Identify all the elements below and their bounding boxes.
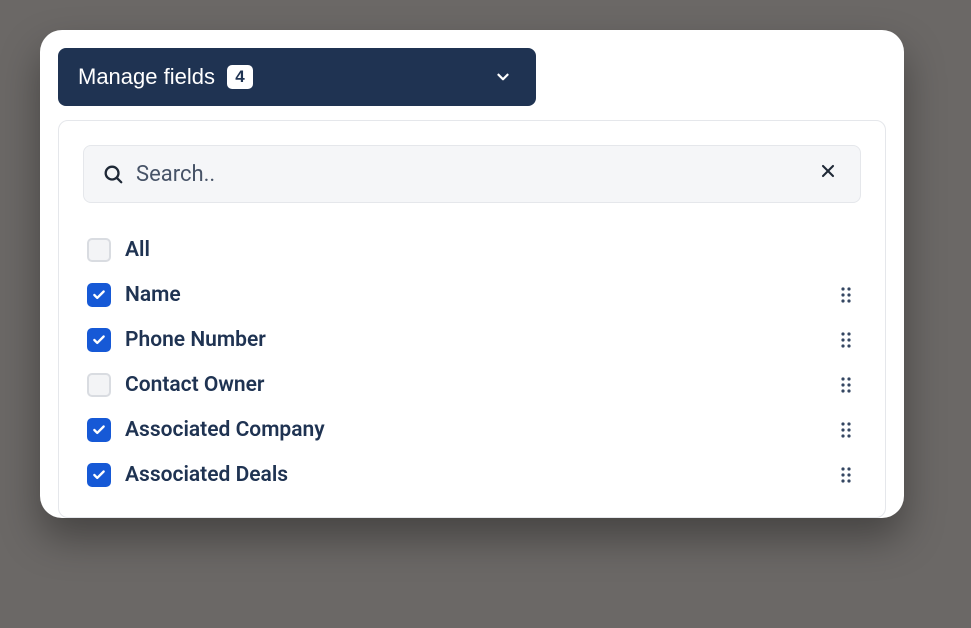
fields-panel: All Name Phone Number [58, 120, 886, 518]
checkbox-company[interactable] [87, 418, 111, 442]
drag-handle-icon[interactable] [835, 372, 857, 398]
checkbox-deals[interactable] [87, 463, 111, 487]
checkbox-owner[interactable] [87, 373, 111, 397]
field-label: Associated Deals [125, 463, 835, 487]
drag-handle-icon[interactable] [835, 327, 857, 353]
field-label-all: All [125, 238, 857, 262]
close-icon [818, 161, 838, 187]
field-label: Name [125, 283, 835, 307]
checkbox-name[interactable] [87, 283, 111, 307]
manage-fields-toggle[interactable]: Manage fields 4 [58, 48, 536, 106]
drag-handle-icon[interactable] [835, 462, 857, 488]
manage-fields-label: Manage fields [78, 64, 215, 90]
field-row-all: All [83, 227, 861, 272]
field-label: Phone Number [125, 328, 835, 352]
field-label: Associated Company [125, 418, 835, 442]
clear-search-button[interactable] [814, 157, 842, 191]
field-list: All Name Phone Number [83, 227, 861, 497]
chevron-down-icon [494, 68, 512, 86]
search-container [83, 145, 861, 203]
manage-fields-card: Manage fields 4 All [40, 30, 904, 518]
fields-count-badge: 4 [227, 65, 253, 89]
field-row: Associated Company [83, 407, 861, 452]
search-icon [102, 163, 124, 185]
checkbox-phone[interactable] [87, 328, 111, 352]
field-row: Name [83, 272, 861, 317]
drag-handle-icon[interactable] [835, 282, 857, 308]
drag-handle-icon[interactable] [835, 417, 857, 443]
field-row: Contact Owner [83, 362, 861, 407]
field-label: Contact Owner [125, 373, 835, 397]
field-row: Associated Deals [83, 452, 861, 497]
search-input[interactable] [136, 162, 814, 187]
field-row: Phone Number [83, 317, 861, 362]
checkbox-all[interactable] [87, 238, 111, 262]
